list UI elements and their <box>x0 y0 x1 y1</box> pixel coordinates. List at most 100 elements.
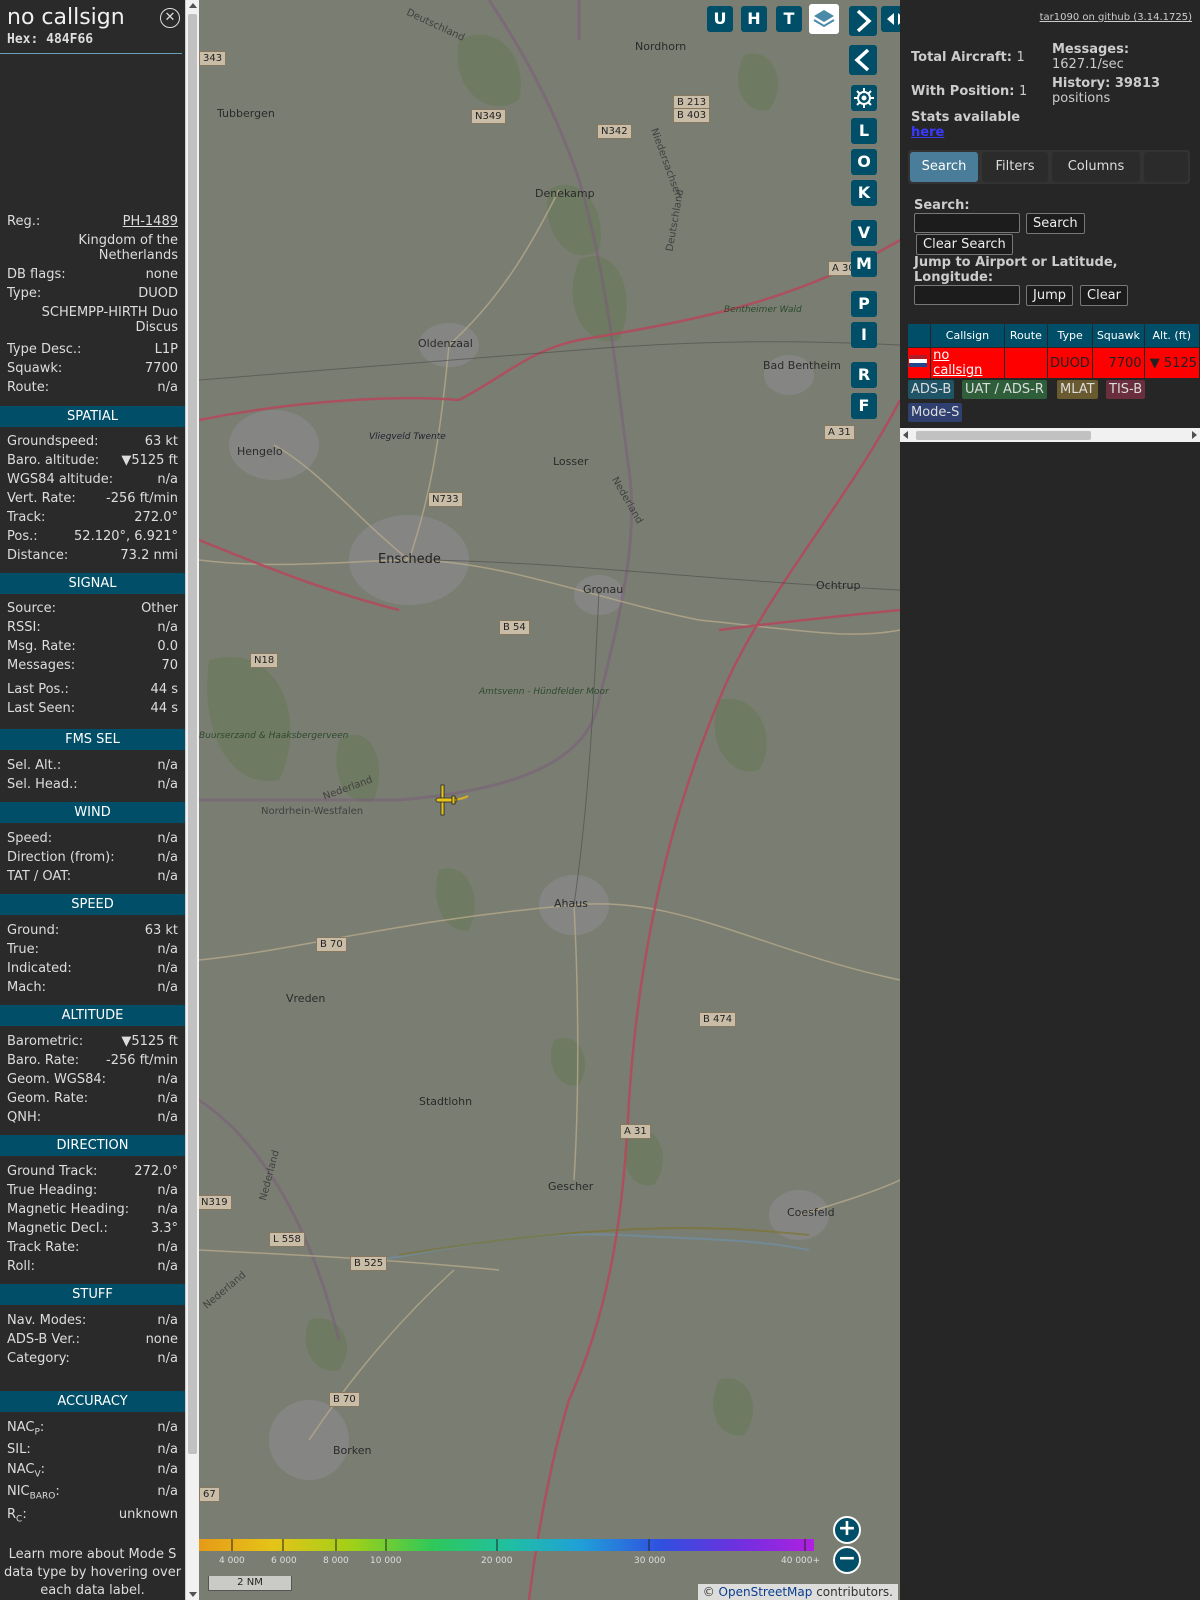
road-shield: B 70 <box>329 1392 360 1407</box>
close-icon[interactable]: ✕ <box>160 8 180 28</box>
button-p[interactable]: P <box>851 291 877 317</box>
source-uat-badge[interactable]: UAT / ADS-R <box>962 380 1047 399</box>
column-header-callsign[interactable]: Callsign <box>930 323 1005 348</box>
stats-available-label: Stats available <box>911 110 1021 125</box>
map-label-area: Bentheimer Wald <box>724 305 802 315</box>
github-link[interactable]: tar1090 on github (3.14.1725) <box>1040 12 1192 23</box>
jump-input[interactable] <box>914 285 1020 305</box>
column-header-type[interactable]: Type <box>1047 323 1094 348</box>
button-f[interactable]: F <box>851 393 877 419</box>
layers-icon[interactable] <box>809 4 839 34</box>
source-adsb-badge[interactable]: ADS-B <box>908 380 955 399</box>
button-m[interactable]: M <box>851 251 877 277</box>
altitude-colorbar <box>199 1539 814 1551</box>
row-callsign[interactable]: no callsign <box>930 347 1005 379</box>
with-position-stat: With Position: 1 <box>911 84 1028 99</box>
source-mlat-badge[interactable]: MLAT <box>1057 380 1098 399</box>
road-shield: N342 <box>597 124 632 139</box>
detail-type-name: SCHEMPP-HIRTH Duo Discus <box>41 305 178 335</box>
section-fms: FMS SEL <box>0 729 185 750</box>
button-t[interactable]: T <box>776 6 802 32</box>
button-h[interactable]: H <box>741 6 767 32</box>
row-route <box>1003 347 1049 379</box>
info-panel-scrollbar[interactable] <box>185 0 200 1600</box>
table-horizontal-scrollbar[interactable] <box>900 428 1200 442</box>
clear-button[interactable]: Clear <box>1080 285 1128 306</box>
button-v[interactable]: V <box>851 220 877 246</box>
map-label-airport: Vliegveld Twente <box>369 432 446 442</box>
button-i[interactable]: I <box>851 322 877 348</box>
selected-callsign: no callsign <box>7 5 125 30</box>
button-u[interactable]: U <box>707 6 733 32</box>
row-type: DUOD <box>1047 347 1094 379</box>
table-row[interactable]: no callsign DUOD 7700 ▼ 5125 <box>906 347 1200 379</box>
zoom-out-button[interactable]: − <box>833 1546 861 1574</box>
messages-stat-label: Messages: <box>1052 42 1130 57</box>
source-modes-badge[interactable]: Mode-S <box>908 403 963 422</box>
road-shield: B 54 <box>499 620 530 635</box>
jump-label: Jump to Airport or Latitude, Longitude: <box>914 255 1118 285</box>
colorbar-label: 8 000 <box>323 1556 349 1566</box>
map-attribution: © OpenStreetMap contributors. <box>697 1584 898 1600</box>
chevron-right-icon[interactable] <box>849 6 877 36</box>
button-o[interactable]: O <box>851 149 877 175</box>
colorbar-label: 10 000 <box>370 1556 402 1566</box>
map-label-town: Gescher <box>548 1180 594 1193</box>
aircraft-marker-icon[interactable] <box>432 784 472 816</box>
panel-tabs: Search Filters Columns <box>908 150 1190 184</box>
map-label-town: Coesfeld <box>787 1206 835 1219</box>
map-label-town: Denekamp <box>535 187 595 200</box>
jump-button[interactable]: Jump <box>1026 285 1073 306</box>
row-altitude: ▼ 5125 <box>1143 347 1200 379</box>
map-label-city: Enschede <box>378 552 441 567</box>
learn-more-text: Learn more about Mode S data type by hov… <box>3 1547 182 1598</box>
column-header-altitude[interactable]: Alt. (ft) <box>1143 323 1200 348</box>
stats-here-link[interactable]: here <box>911 125 944 140</box>
section-signal: SIGNAL <box>0 573 185 594</box>
tab-columns[interactable]: Columns <box>1052 152 1140 182</box>
chevron-left-icon[interactable] <box>849 45 877 75</box>
search-input[interactable] <box>914 213 1020 233</box>
map-view[interactable]: Nordhorn Tubbergen Denekamp Oldenzaal Ba… <box>199 0 900 1600</box>
row-squawk: 7700 <box>1092 347 1145 379</box>
road-shield: A 31 <box>824 425 855 440</box>
road-shield: A 31 <box>620 1124 651 1139</box>
clear-search-button[interactable]: Clear Search <box>916 234 1013 255</box>
button-r[interactable]: R <box>851 362 877 388</box>
colorbar-label: 4 000 <box>219 1556 245 1566</box>
history-stat-value: positions <box>1052 91 1111 106</box>
map-label-town: Ahaus <box>554 897 588 910</box>
map-label-region: Nordrhein-Westfalen <box>261 806 364 817</box>
header-divider <box>0 53 182 54</box>
search-button[interactable]: Search <box>1026 213 1085 234</box>
map-base-layer <box>199 0 900 1600</box>
tab-extra[interactable] <box>1144 152 1188 182</box>
road-shield: B 403 <box>673 108 711 123</box>
road-shield: 67 <box>199 1487 220 1502</box>
tab-filters[interactable]: Filters <box>982 152 1048 182</box>
section-altitude: ALTITUDE <box>0 1005 185 1026</box>
colorbar-label: 20 000 <box>481 1556 513 1566</box>
colorbar-label: 40 000+ <box>781 1556 821 1566</box>
osm-link[interactable]: OpenStreetMap <box>719 1585 813 1599</box>
column-header-squawk[interactable]: Squawk <box>1092 323 1145 348</box>
column-header-route[interactable]: Route <box>1003 323 1049 348</box>
map-label-town: Tubbergen <box>217 107 275 120</box>
map-label-town: Oldenzaal <box>418 337 473 350</box>
road-shield: B 525 <box>350 1256 388 1271</box>
column-header-flag[interactable] <box>906 323 932 348</box>
section-direction: DIRECTION <box>0 1135 185 1156</box>
registration-link[interactable]: PH-1489 <box>123 213 178 231</box>
aircraft-info-panel: no callsign Hex: 484F66 ✕ Reg.: PH-1489 K… <box>0 0 185 1600</box>
table-header-row: Callsign Route Type Squawk Alt. (ft) <box>906 323 1200 348</box>
zoom-in-button[interactable]: + <box>833 1516 861 1544</box>
map-label-town: Hengelo <box>237 445 283 458</box>
gear-icon[interactable] <box>851 85 877 111</box>
button-l[interactable]: L <box>851 118 877 144</box>
source-tisb-badge[interactable]: TIS-B <box>1106 380 1146 399</box>
button-k[interactable]: K <box>851 180 877 206</box>
tab-search[interactable]: Search <box>910 152 978 182</box>
left-right-arrows-icon[interactable] <box>881 6 900 32</box>
road-shield: B 70 <box>316 937 347 952</box>
map-label-town: Nordhorn <box>635 40 687 53</box>
